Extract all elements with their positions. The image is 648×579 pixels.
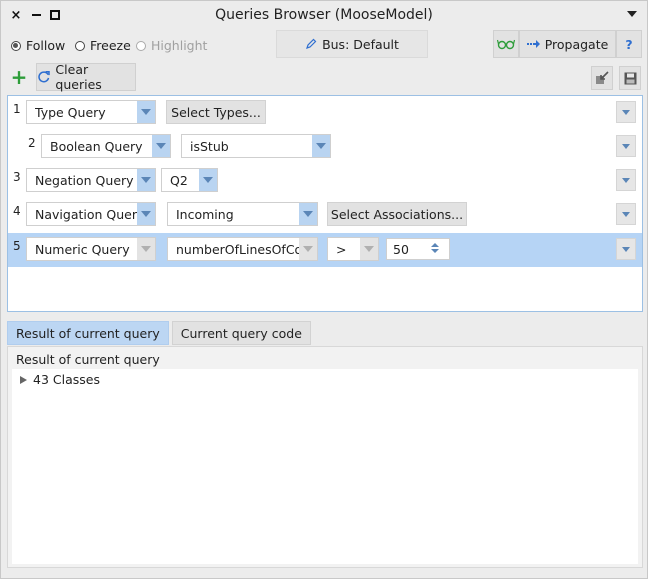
query-row-2[interactable]: 2 Boolean Query isStub <box>8 130 642 164</box>
pen-icon <box>306 38 317 49</box>
tab-current-query-code[interactable]: Current query code <box>171 321 311 345</box>
row-menu-chevron-icon[interactable] <box>616 203 636 225</box>
chevron-down-icon <box>312 135 330 157</box>
window-menu-chevron-icon[interactable] <box>627 11 637 17</box>
tree-item[interactable]: 43 Classes <box>20 372 100 387</box>
chevron-down-icon <box>137 238 155 260</box>
window-title: Queries Browser (MooseModel) <box>215 7 433 23</box>
chevron-down-icon <box>360 238 378 260</box>
select-associations-button[interactable]: Select Associations... <box>327 202 467 226</box>
queries-browser-window: × Queries Browser (MooseModel) Follow Fr… <box>0 0 648 579</box>
value-stepper-value: 50 <box>393 241 409 257</box>
result-panel: Result of current query 43 Classes <box>7 346 643 568</box>
query-type-label: Type Query <box>35 104 106 120</box>
query-row-number: 2 <box>28 136 36 150</box>
tree-item-label: 43 Classes <box>33 372 100 387</box>
row-menu-chevron-icon[interactable] <box>616 101 636 123</box>
propagate-button[interactable]: Propagate <box>519 30 616 58</box>
query-type-label: Boolean Query <box>50 138 143 154</box>
query-type-dropdown[interactable]: Numeric Query <box>26 237 156 261</box>
query-type-dropdown[interactable]: Boolean Query <box>41 134 171 158</box>
query-type-label: Negation Query <box>35 172 134 188</box>
query-row-number: 5 <box>13 239 21 253</box>
chevron-down-icon <box>299 203 317 225</box>
bus-label: Bus: Default <box>322 36 399 52</box>
direction-dropdown[interactable]: Incoming <box>167 202 318 226</box>
queries-list: 1 Type Query Select Types... 2 Boolean Q… <box>7 95 643 312</box>
negated-query-dropdown[interactable]: Q2 <box>161 168 218 192</box>
boolean-property-label: isStub <box>190 138 229 154</box>
query-row-3[interactable]: 3 Negation Query Q2 <box>8 164 642 198</box>
query-row-number: 4 <box>13 204 21 218</box>
result-heading: Result of current query <box>16 352 160 367</box>
highlight-radio[interactable]: Highlight <box>136 38 207 53</box>
property-label: numberOfLinesOfCode <box>176 241 317 257</box>
chevron-down-icon <box>137 101 155 123</box>
row-menu-chevron-icon[interactable] <box>616 135 636 157</box>
chevron-down-icon <box>299 238 317 260</box>
chevron-down-icon <box>199 169 217 191</box>
add-query-button[interactable]: + <box>7 63 31 91</box>
value-stepper[interactable]: 50 <box>386 238 450 260</box>
row-menu-chevron-icon[interactable] <box>616 169 636 191</box>
row-menu-chevron-icon[interactable] <box>616 238 636 260</box>
tab-result-of-current-query[interactable]: Result of current query <box>7 321 169 345</box>
query-row-4[interactable]: 4 Navigation Query Incoming Select Assoc… <box>8 198 642 232</box>
expand-triangle-icon[interactable] <box>20 375 27 384</box>
highlight-radio-dot <box>136 40 146 51</box>
freeze-label: Freeze <box>90 38 131 53</box>
stepper-arrows-icon[interactable] <box>431 243 439 253</box>
property-dropdown[interactable]: numberOfLinesOfCode <box>167 237 318 261</box>
follow-radio[interactable]: Follow <box>11 38 65 53</box>
toolbar-mode: Follow Freeze Highlight Bus: Default Pro… <box>1 29 647 61</box>
save-button[interactable] <box>619 66 641 90</box>
help-button[interactable]: ? <box>616 30 642 58</box>
operator-dropdown[interactable]: > <box>327 237 379 261</box>
freeze-radio-dot <box>75 40 85 51</box>
chevron-down-icon <box>137 169 155 191</box>
query-row-5[interactable]: 5 Numeric Query numberOfLinesOfCode > 50 <box>8 233 642 267</box>
glasses-icon <box>497 39 515 50</box>
query-type-dropdown[interactable]: Type Query <box>26 100 156 124</box>
inspect-button[interactable] <box>493 30 519 58</box>
chevron-down-icon <box>137 203 155 225</box>
refresh-icon <box>38 70 50 83</box>
follow-radio-dot <box>11 40 21 51</box>
clear-queries-label: Clear queries <box>55 62 102 92</box>
title-bar: × Queries Browser (MooseModel) <box>1 1 647 29</box>
save-icon <box>624 72 636 84</box>
result-tabs: Result of current query Current query co… <box>7 321 311 345</box>
bus-button[interactable]: Bus: Default <box>276 30 428 58</box>
toolbar-actions: + Clear queries <box>1 62 647 93</box>
highlight-label: Highlight <box>151 38 208 53</box>
query-row-number: 3 <box>13 170 21 184</box>
propagate-icon <box>526 40 540 48</box>
query-row-number: 1 <box>13 102 21 116</box>
chevron-down-icon <box>152 135 170 157</box>
result-tree: 43 Classes <box>12 369 638 564</box>
clear-queries-button[interactable]: Clear queries <box>36 62 136 92</box>
freeze-radio[interactable]: Freeze <box>75 38 131 53</box>
export-button[interactable] <box>591 66 613 90</box>
propagate-label: Propagate <box>544 36 609 52</box>
plus-icon: + <box>10 65 28 89</box>
query-type-dropdown[interactable]: Navigation Query <box>26 202 156 226</box>
select-types-button[interactable]: Select Types... <box>166 100 266 124</box>
direction-label: Incoming <box>176 206 234 222</box>
query-row-1[interactable]: 1 Type Query Select Types... <box>8 96 642 130</box>
query-type-dropdown[interactable]: Negation Query <box>26 168 156 192</box>
boolean-property-dropdown[interactable]: isStub <box>181 134 331 158</box>
query-type-label: Numeric Query <box>35 241 130 257</box>
follow-label: Follow <box>26 38 66 53</box>
export-icon <box>596 71 609 84</box>
